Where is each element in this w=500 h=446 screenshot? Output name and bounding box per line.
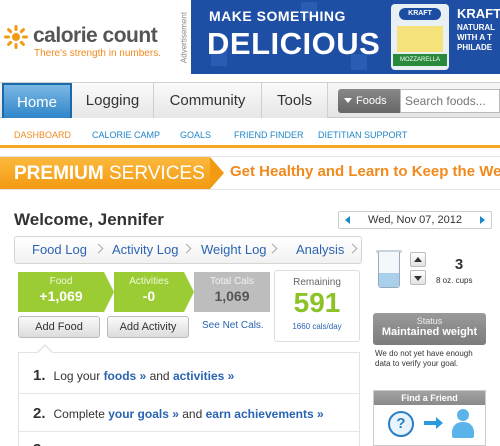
- premium-tagline: Get Healthy and Learn to Keep the Weig: [230, 163, 500, 180]
- ad-headline-big: DELICIOUS: [207, 26, 381, 61]
- add-activity-button[interactable]: Add Activity: [107, 316, 189, 338]
- subnav-goals[interactable]: GOALS: [180, 130, 211, 140]
- water-cups-count: 3: [454, 256, 464, 273]
- search-scope-dropdown[interactable]: Foods: [338, 89, 400, 113]
- ad-side-text: KRAFT NATURAL WITH A T PHILADE: [457, 6, 500, 52]
- date-picker[interactable]: Wed, Nov 07, 2012: [338, 211, 492, 229]
- activities-calories-value: -0: [142, 288, 156, 304]
- chevron-right-icon: [181, 243, 192, 254]
- find-a-friend-title: Find a Friend: [374, 391, 485, 405]
- weight-status-value: Maintained weight: [381, 326, 478, 338]
- calorie-count-logo[interactable]: calorie count There's strength in number…: [3, 22, 173, 62]
- log-activities-link[interactable]: activities »: [173, 369, 234, 383]
- water-glass-icon: [378, 252, 400, 288]
- see-net-cals-link[interactable]: See Net Cals.: [202, 320, 264, 331]
- subnav-dietitian-support[interactable]: DIETITIAN SUPPORT: [318, 130, 407, 140]
- earn-achievements-link[interactable]: earn achievements »: [206, 407, 324, 421]
- sun-logo-icon: [4, 25, 28, 49]
- arrow-down-icon: [414, 276, 422, 281]
- arrow-up-icon: [414, 257, 422, 262]
- add-food-button[interactable]: Add Food: [18, 316, 100, 338]
- subnav-calorie-camp[interactable]: CALORIE CAMP: [92, 130, 160, 140]
- logo-tagline: There's strength in numbers.: [34, 48, 161, 59]
- total-calories-value: 1,069: [214, 288, 250, 304]
- activities-calories-box: Activities -0: [114, 272, 184, 312]
- person-icon: [450, 409, 476, 441]
- premium-services-banner[interactable]: PREMIUM SERVICES Get Healthy and Learn t…: [0, 156, 500, 190]
- ad-product-image: KRAFT MOZZARELLA: [391, 4, 449, 70]
- find-a-friend-widget[interactable]: Find a Friend ?: [373, 390, 486, 446]
- premium-title: PREMIUM SERVICES: [14, 163, 205, 184]
- site-header: calorie count There's strength in number…: [0, 0, 500, 80]
- welcome-heading: Welcome, Jennifer: [14, 210, 164, 229]
- increase-water-button[interactable]: [410, 252, 426, 267]
- chevron-right-icon: [93, 243, 104, 254]
- sub-nav: DASHBOARD CALORIE CAMP GOALS FRIEND FIND…: [0, 118, 500, 148]
- tab-home[interactable]: Home: [2, 83, 72, 119]
- remaining-calories-value: 591: [293, 287, 341, 318]
- subnav-friend-finder[interactable]: FRIEND FINDER: [234, 130, 304, 140]
- tab-analysis[interactable]: Analysis: [296, 237, 344, 263]
- status-note: We do not yet have enough data to verify…: [375, 349, 473, 368]
- advertisement-banner[interactable]: MAKE SOMETHING DELICIOUS KRAFT MOZZARELL…: [191, 0, 500, 74]
- next-day-arrow-icon[interactable]: [480, 216, 485, 224]
- current-date: Wed, Nov 07, 2012: [368, 214, 462, 226]
- food-calories-value: +1,069: [39, 288, 83, 304]
- question-mark-icon: ?: [388, 411, 414, 437]
- your-goals-link[interactable]: your goals »: [108, 407, 179, 421]
- tab-community[interactable]: Community: [154, 83, 262, 118]
- ad-brand-logo: KRAFT: [399, 8, 441, 20]
- log-tabs: Food Log Activity Log Weight Log Analysi…: [14, 236, 362, 264]
- ad-headline-small: MAKE SOMETHING: [209, 8, 346, 24]
- step-1: 1. Log your foods » and activities »: [33, 367, 235, 384]
- water-cups-label: 8 oz. cups: [436, 276, 473, 285]
- subnav-dashboard[interactable]: DASHBOARD: [14, 130, 71, 140]
- remaining-calories-panel: Remaining 591 1660 cals/day: [274, 270, 360, 342]
- weight-status-box: Status Maintained weight: [373, 313, 486, 345]
- chevron-down-icon: [344, 98, 352, 103]
- log-foods-link[interactable]: foods »: [104, 369, 147, 383]
- total-calories-box: Total Cals 1,069: [194, 272, 270, 312]
- tab-weight-log[interactable]: Weight Log: [201, 237, 267, 263]
- tab-logging[interactable]: Logging: [72, 83, 154, 118]
- getting-started-steps: 1. Log your foods » and activities » 2. Co…: [18, 352, 360, 446]
- search-input[interactable]: [400, 89, 500, 113]
- previous-day-arrow-icon[interactable]: [345, 216, 350, 224]
- ad-product-name: MOZZARELLA: [393, 54, 447, 66]
- daily-calorie-target[interactable]: 1660 cals/day: [275, 322, 359, 331]
- advertisement-label: Advertisement: [179, 11, 189, 64]
- decrease-water-button[interactable]: [410, 270, 426, 285]
- arrow-right-icon: [424, 417, 443, 429]
- chevron-right-icon: [347, 243, 358, 254]
- step-2: 2. Complete your goals » and earn achieve…: [33, 405, 324, 422]
- chevron-right-icon: [267, 243, 278, 254]
- tab-activity-log[interactable]: Activity Log: [112, 237, 178, 263]
- logo-name: calorie count: [33, 24, 158, 47]
- main-nav: Home Logging Community Tools Foods: [0, 82, 500, 119]
- tab-tools[interactable]: Tools: [262, 83, 328, 118]
- food-calories-box: Food +1,069: [18, 272, 104, 312]
- tab-food-log[interactable]: Food Log: [32, 237, 87, 263]
- step-3: 3.: [33, 441, 54, 446]
